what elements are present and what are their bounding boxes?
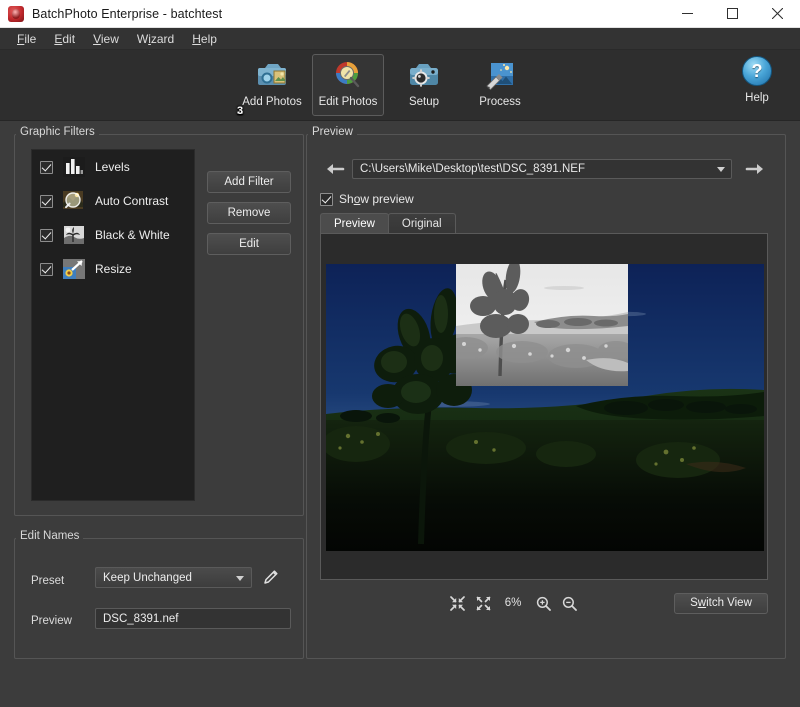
- filter-buttons: Add Filter Remove Edit: [207, 171, 291, 255]
- chevron-down-icon: [236, 575, 244, 581]
- preview-name-field[interactable]: DSC_8391.nef: [95, 608, 291, 629]
- show-preview-label: Show preview: [339, 192, 414, 206]
- toolbar-label-edit-photos: Edit Photos: [318, 96, 378, 108]
- edit-names-label: Edit Names: [16, 530, 84, 542]
- filter-name: Black & White: [95, 228, 170, 242]
- tab-preview[interactable]: Preview: [320, 213, 389, 234]
- toolbar-button-setup[interactable]: 3 Setup: [237, 54, 460, 117]
- filter-checkbox[interactable]: [40, 194, 53, 208]
- preview-tabs: Preview Original: [320, 213, 456, 234]
- previous-image-button[interactable]: [325, 161, 345, 180]
- filter-checkbox[interactable]: [40, 228, 53, 242]
- help-button[interactable]: ? Help: [728, 56, 786, 104]
- image-path-value: C:\Users\Mike\Desktop\test\DSC_8391.NEF: [360, 163, 585, 175]
- toolbar-label-add-photos: Add Photos: [242, 96, 302, 108]
- filter-item-black-and-white[interactable]: Black & White: [32, 218, 194, 252]
- chevron-down-icon[interactable]: [717, 167, 725, 172]
- maximize-button[interactable]: [710, 0, 755, 27]
- setup-icon: [408, 59, 440, 91]
- switch-view-button[interactable]: Switch View: [674, 592, 768, 614]
- filter-checkbox[interactable]: [40, 160, 53, 174]
- zoom-in-icon[interactable]: [530, 592, 556, 614]
- graphic-filters-group: Levels Auto Contrast Black & White Resiz…: [14, 134, 304, 516]
- filter-item-levels[interactable]: Levels: [32, 150, 194, 184]
- graphic-filters-label: Graphic Filters: [16, 126, 99, 138]
- menu-bar: File Edit View Wizard Help: [0, 28, 800, 50]
- filter-name: Levels: [95, 160, 130, 174]
- menu-edit[interactable]: Edit: [45, 29, 84, 49]
- filter-checkbox[interactable]: [40, 262, 53, 276]
- menu-help[interactable]: Help: [183, 29, 226, 49]
- preview-name-value: DSC_8391.nef: [103, 612, 179, 625]
- close-button[interactable]: [755, 0, 800, 27]
- auto-contrast-icon: [62, 190, 86, 212]
- filter-item-resize[interactable]: Resize: [32, 252, 194, 286]
- edit-photos-icon: [332, 59, 364, 91]
- app-icon: [8, 5, 24, 22]
- add-filter-button[interactable]: Add Filter: [207, 171, 291, 193]
- fit-out-icon[interactable]: [470, 592, 496, 614]
- main-toolbar: 1 Add Photos 2 Edit Photos 3 Setup Proce…: [0, 50, 800, 121]
- filter-item-auto-contrast[interactable]: Auto Contrast: [32, 184, 194, 218]
- menu-wizard[interactable]: Wizard: [128, 29, 183, 49]
- zoom-out-icon[interactable]: [556, 592, 582, 614]
- window-controls: [665, 0, 800, 27]
- show-preview-checkbox[interactable]: [320, 192, 333, 206]
- show-preview-checkbox-row[interactable]: Show preview: [320, 192, 414, 206]
- toolbar-label-setup: Setup: [408, 96, 440, 108]
- menu-view[interactable]: View: [84, 29, 128, 49]
- process-icon: [484, 59, 516, 91]
- help-label: Help: [745, 92, 769, 104]
- image-path-field[interactable]: C:\Users\Mike\Desktop\test\DSC_8391.NEF: [352, 159, 732, 179]
- help-icon: ?: [742, 56, 772, 86]
- minimize-button[interactable]: [665, 0, 710, 27]
- edit-filter-button[interactable]: Edit: [207, 233, 291, 255]
- toolbar-button-add-photos[interactable]: 1 Add Photos: [236, 54, 308, 117]
- add-photos-icon: [256, 59, 288, 91]
- zoom-level: 6%: [504, 597, 522, 609]
- pencil-icon[interactable]: [262, 568, 280, 589]
- toolbar-button-process[interactable]: Process: [464, 54, 536, 116]
- preset-value: Keep Unchanged: [103, 571, 192, 584]
- filter-list[interactable]: Levels Auto Contrast Black & White Resiz…: [31, 149, 195, 501]
- levels-icon: [62, 156, 86, 178]
- filter-name: Resize: [95, 262, 132, 276]
- resize-icon: [62, 258, 86, 280]
- preset-label: Preset: [31, 575, 65, 587]
- edit-names-group: Preset Keep Unchanged Preview DSC_8391.n…: [14, 538, 304, 659]
- menu-file[interactable]: File: [8, 29, 45, 49]
- black-and-white-preview-overlay: [456, 264, 628, 386]
- preview-canvas[interactable]: [320, 233, 768, 580]
- next-image-button[interactable]: [745, 161, 765, 180]
- fit-in-icon[interactable]: [444, 592, 470, 614]
- black-and-white-icon: [62, 224, 86, 246]
- toolbar-step-number: 3: [237, 105, 244, 117]
- work-area: Graphic Filters Levels Auto Contrast Bla…: [0, 121, 800, 706]
- switch-view-label: Switch View: [690, 597, 752, 609]
- remove-filter-button[interactable]: Remove: [207, 202, 291, 224]
- preview-name-label: Preview: [31, 615, 72, 627]
- window-title: BatchPhoto Enterprise - batchtest: [32, 6, 223, 21]
- toolbar-button-edit-photos[interactable]: 2 Edit Photos: [237, 54, 384, 117]
- title-bar: BatchPhoto Enterprise - batchtest: [0, 0, 800, 28]
- preset-select[interactable]: Keep Unchanged: [95, 567, 252, 588]
- filter-name: Auto Contrast: [95, 194, 169, 208]
- preview-toolbar: 6% Switch View: [320, 591, 768, 615]
- preview-label: Preview: [308, 126, 357, 138]
- tab-original[interactable]: Original: [387, 213, 456, 234]
- toolbar-label-process: Process: [479, 96, 521, 108]
